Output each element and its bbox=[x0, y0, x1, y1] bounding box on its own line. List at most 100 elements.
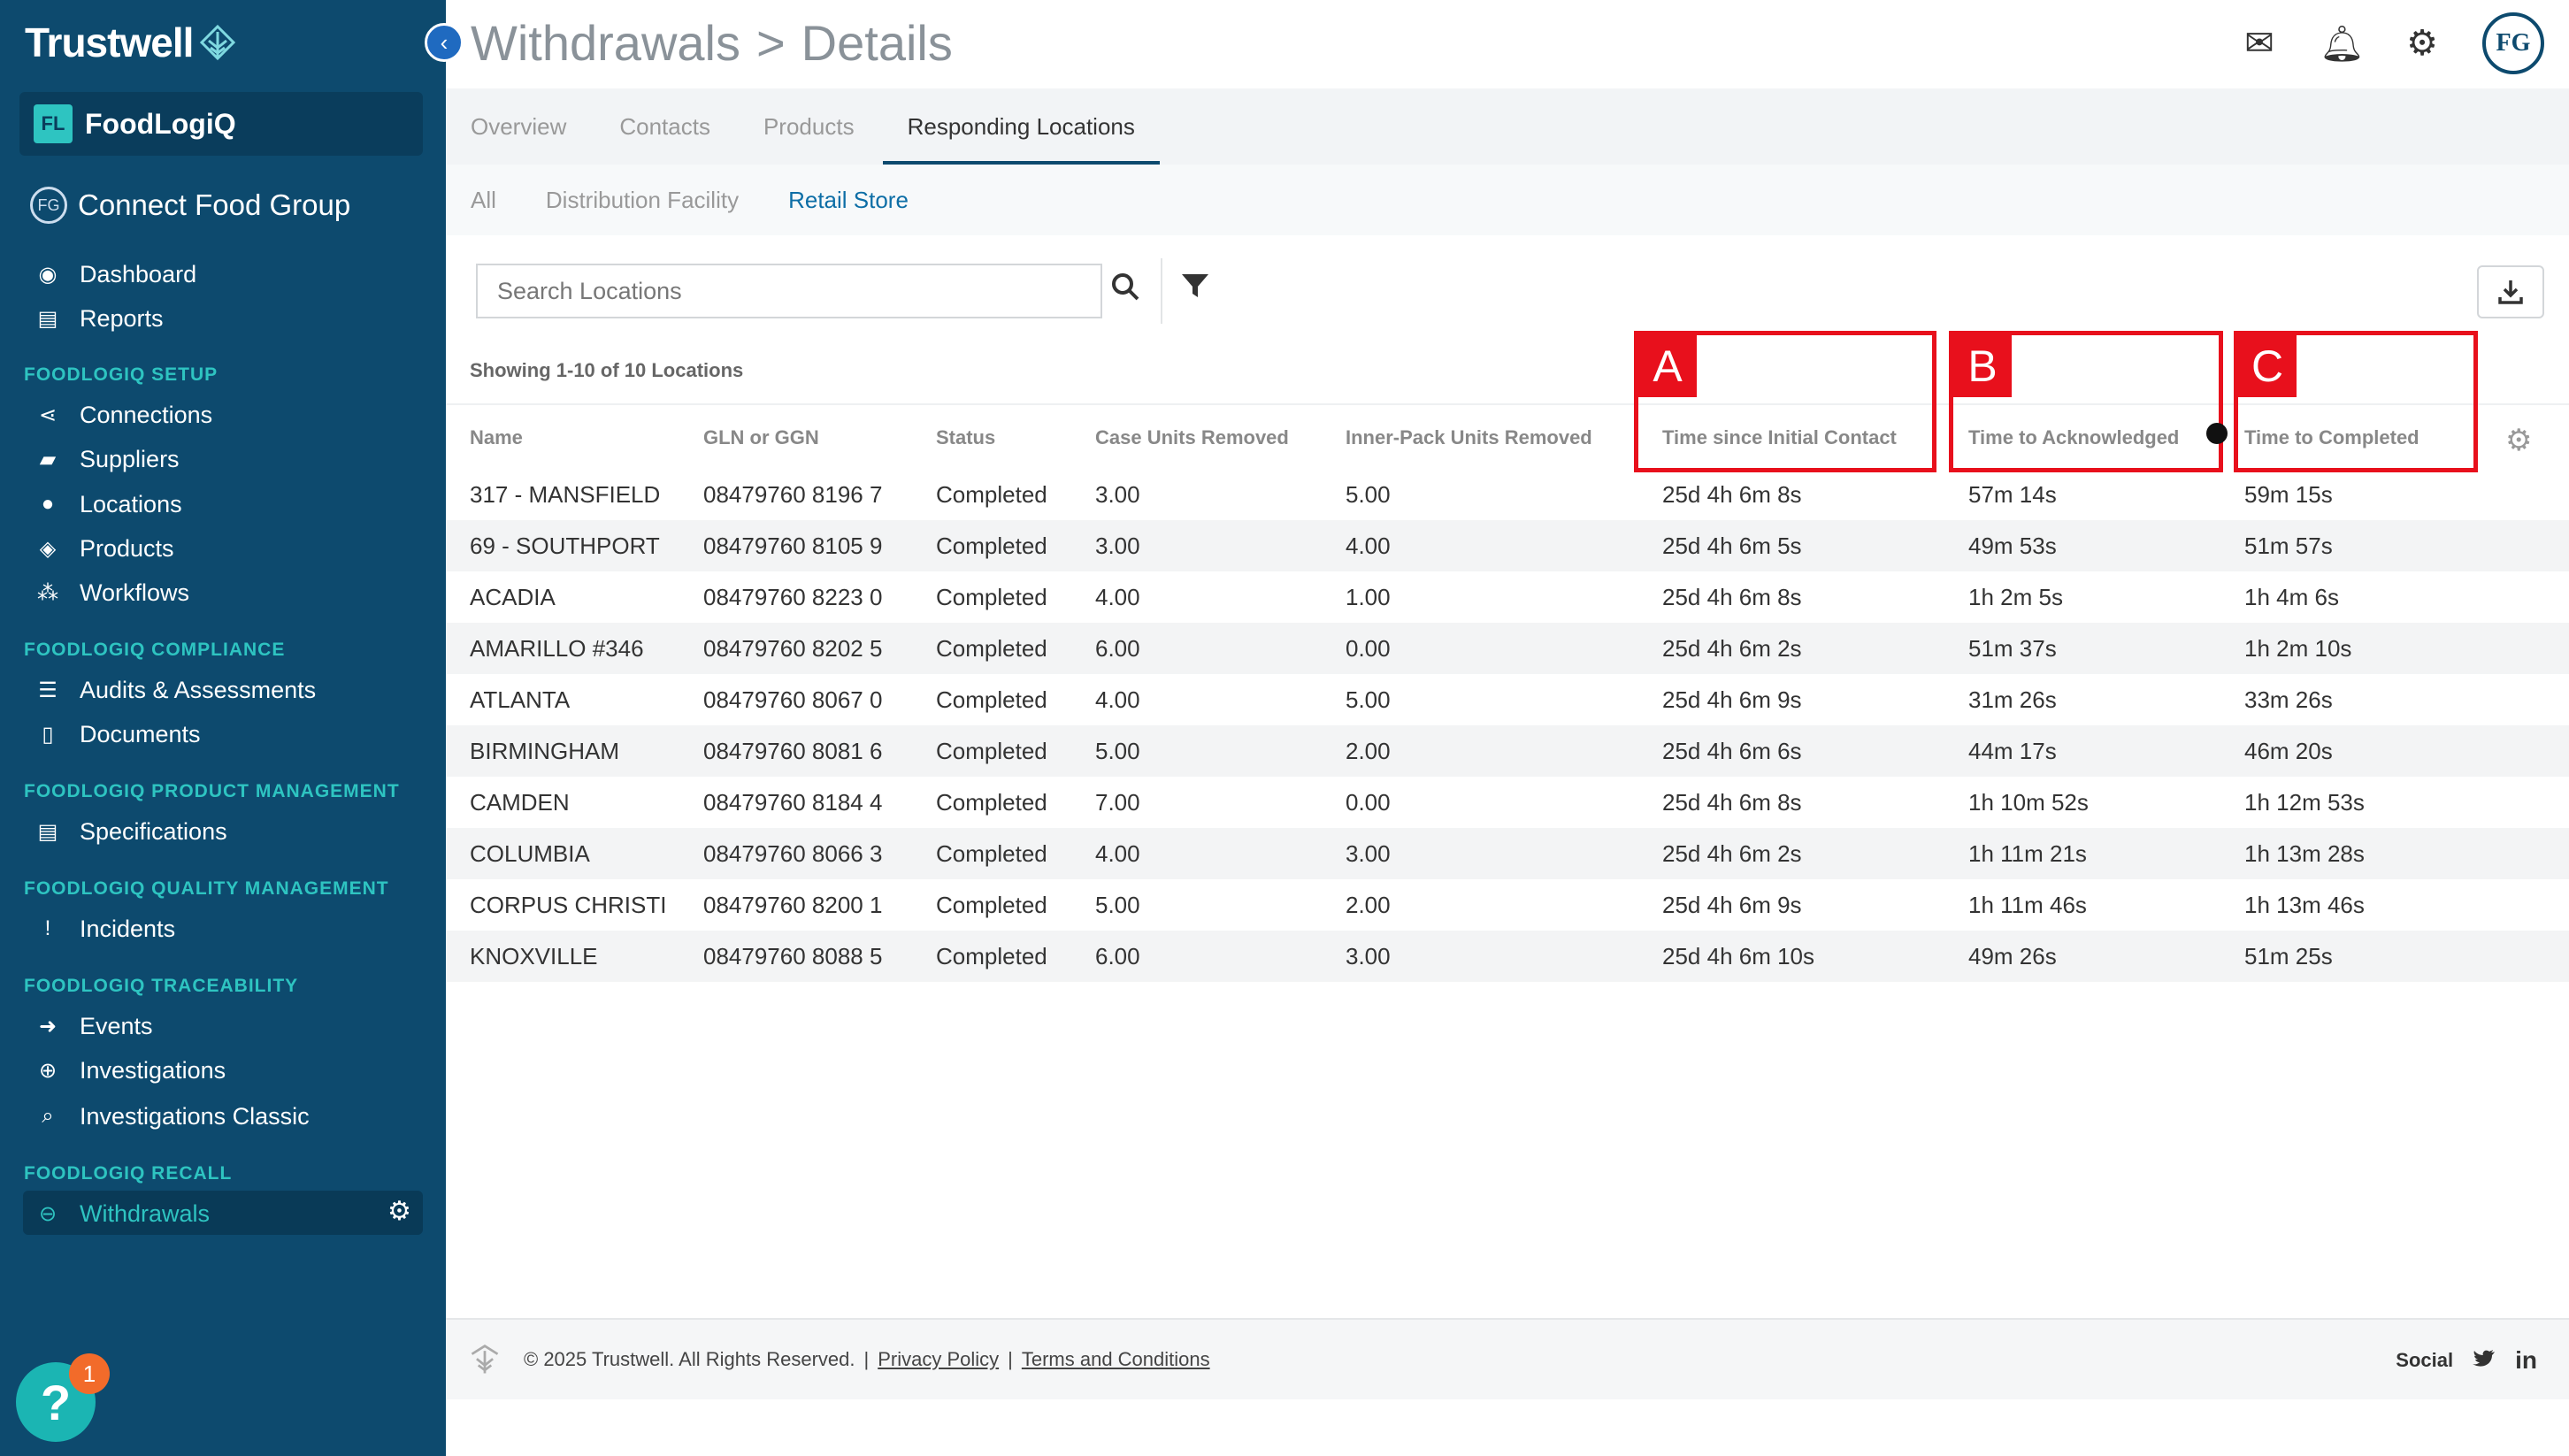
breadcrumb-separator: > bbox=[755, 15, 786, 71]
results-count: Showing 1-10 of 10 Locations bbox=[470, 359, 744, 381]
brand-name: Trustwell bbox=[25, 19, 194, 65]
table-cell: 4.00 bbox=[1095, 840, 1140, 867]
mail-icon[interactable]: ✉ bbox=[2238, 23, 2281, 64]
table-row[interactable]: AMARILLO #346 08479760 8202 5 Completed 6.0… bbox=[446, 623, 2569, 674]
table-cell: 1.00 bbox=[1346, 584, 1391, 610]
sidebar-item-incidents[interactable]: ! Incidents bbox=[35, 909, 175, 948]
col-status[interactable]: Status bbox=[936, 426, 995, 449]
sidebar-collapse-button[interactable]: ‹ bbox=[425, 23, 464, 62]
table-cell: 25d 4h 6m 5s bbox=[1662, 533, 1802, 559]
tab-products[interactable]: Products bbox=[763, 88, 855, 165]
table-row[interactable]: 317 - MANSFIELD 08479760 8196 7 Completed 3… bbox=[446, 469, 2569, 520]
subtab-all[interactable]: All bbox=[471, 187, 496, 214]
table-cell: 3.00 bbox=[1346, 840, 1391, 867]
table-cell: 08479760 8200 1 bbox=[703, 892, 883, 918]
table-cell: Completed bbox=[936, 892, 1047, 918]
twitter-icon[interactable] bbox=[2473, 1346, 2496, 1375]
table-cell: 25d 4h 6m 10s bbox=[1662, 943, 1815, 969]
col-name[interactable]: Name bbox=[470, 426, 523, 449]
column-settings-gear-icon[interactable]: ⚙ bbox=[2505, 423, 2532, 458]
download-button[interactable] bbox=[2477, 265, 2544, 318]
tab-contacts[interactable]: Contacts bbox=[619, 88, 710, 165]
sidebar-item-documents[interactable]: ▯ Documents bbox=[35, 715, 200, 754]
table-row[interactable]: BIRMINGHAM 08479760 8081 6 Completed 5.00 2.… bbox=[446, 725, 2569, 777]
org-switcher[interactable]: FL FoodLogiQ bbox=[19, 92, 423, 156]
dashboard-icon: ◉ bbox=[38, 262, 58, 287]
callout-a-label: A bbox=[1638, 335, 1697, 397]
callout-c: C bbox=[2234, 331, 2478, 472]
connections-icon: ⋖ bbox=[38, 402, 58, 427]
gear-icon[interactable]: ⚙ bbox=[2401, 23, 2443, 64]
sidebar-item-events[interactable]: ➜ Events bbox=[35, 1007, 153, 1046]
header-actions: ✉ 🔔︎ ⚙ FG bbox=[2238, 12, 2544, 74]
table-row[interactable]: ACADIA 08479760 8223 0 Completed 4.00 1.00 25… bbox=[446, 571, 2569, 623]
trustwell-logo[interactable]: Trustwell bbox=[25, 16, 237, 69]
search-input[interactable] bbox=[476, 264, 1102, 318]
col-case-units[interactable]: Case Units Removed bbox=[1095, 426, 1289, 449]
table-cell: 08479760 8184 4 bbox=[703, 789, 883, 816]
location-type-tabs: All Distribution Facility Retail Store bbox=[446, 165, 2569, 235]
table-cell: 25d 4h 6m 2s bbox=[1662, 840, 1802, 867]
table-cell: 25d 4h 6m 8s bbox=[1662, 584, 1802, 610]
column-resize-handle[interactable] bbox=[2206, 423, 2228, 444]
sign-in-icon: ➜ bbox=[38, 1014, 58, 1038]
callout-a: A bbox=[1634, 331, 1936, 472]
table-cell: 4.00 bbox=[1346, 533, 1391, 559]
footer-sep: | bbox=[1008, 1348, 1013, 1370]
linkedin-icon[interactable]: in bbox=[2515, 1346, 2537, 1375]
exclamation-icon: ! bbox=[44, 916, 51, 940]
filter-icon[interactable] bbox=[1180, 271, 1210, 309]
table-cell: 3.00 bbox=[1095, 533, 1140, 559]
table-cell: ACADIA bbox=[470, 584, 556, 610]
col-inner-pack-units[interactable]: Inner-Pack Units Removed bbox=[1346, 426, 1592, 449]
sidebar-item-reports[interactable]: ▤ Reports bbox=[35, 299, 164, 338]
tab-responding-locations[interactable]: Responding Locations bbox=[882, 88, 1161, 165]
table-cell: 08479760 8223 0 bbox=[703, 584, 883, 610]
subtab-retail-store[interactable]: Retail Store bbox=[788, 187, 909, 214]
table-cell: 44m 17s bbox=[1968, 738, 2057, 764]
crosshair-icon: ⊕ bbox=[38, 1058, 58, 1083]
withdrawals-settings-gear-icon[interactable]: ⚙ bbox=[387, 1196, 411, 1227]
sidebar-item-dashboard[interactable]: ◉ Dashboard bbox=[35, 255, 197, 294]
search-icon[interactable] bbox=[1109, 271, 1141, 310]
sidebar-item-investigations-classic[interactable]: ⌕ Investigations Classic bbox=[35, 1097, 309, 1136]
group-switcher[interactable]: FG Connect Food Group bbox=[30, 182, 350, 228]
table-row[interactable]: COLUMBIA 08479760 8066 3 Completed 4.00 3.00… bbox=[446, 828, 2569, 879]
group-logo-icon: FG bbox=[30, 187, 67, 224]
sidebar-item-connections[interactable]: ⋖ Connections bbox=[35, 395, 212, 434]
table-cell: 4.00 bbox=[1095, 686, 1140, 713]
search-icon: ⌕ bbox=[42, 1104, 54, 1128]
breadcrumb-withdrawals[interactable]: Withdrawals bbox=[471, 14, 740, 72]
table-cell: 1h 11m 46s bbox=[1968, 892, 2087, 918]
avatar[interactable]: FG bbox=[2482, 12, 2544, 74]
terms-link[interactable]: Terms and Conditions bbox=[1022, 1348, 1210, 1371]
col-gln[interactable]: GLN or GGN bbox=[703, 426, 819, 449]
table-row[interactable]: CORPUS CHRISTI 08479760 8200 1 Completed 5.… bbox=[446, 879, 2569, 931]
sidebar-item-specifications[interactable]: ▤ Specifications bbox=[35, 812, 227, 851]
table-cell: 0.00 bbox=[1346, 635, 1391, 662]
sidebar-item-locations[interactable]: ● Locations bbox=[35, 485, 182, 524]
sidebar-item-audits[interactable]: ☰ Audits & Assessments bbox=[35, 671, 316, 709]
table-cell: 25d 4h 6m 2s bbox=[1662, 635, 1802, 662]
table-cell: ATLANTA bbox=[470, 686, 571, 713]
table-row[interactable]: CAMDEN 08479760 8184 4 Completed 7.00 0.00 25… bbox=[446, 777, 2569, 828]
subtab-distribution-facility[interactable]: Distribution Facility bbox=[546, 187, 739, 214]
footer-text: © 2025 Trustwell. All Rights Reserved. |… bbox=[524, 1348, 1210, 1371]
table-row[interactable]: KNOXVILLE 08479760 8088 5 Completed 6.00 3.0… bbox=[446, 931, 2569, 982]
privacy-policy-link[interactable]: Privacy Policy bbox=[878, 1348, 999, 1371]
table-cell: 1h 13m 28s bbox=[2244, 840, 2365, 867]
table-row[interactable]: ATLANTA 08479760 8067 0 Completed 4.00 5.00 2… bbox=[446, 674, 2569, 725]
sidebar-item-withdrawals[interactable]: ⊖ Withdrawals bbox=[35, 1194, 210, 1233]
tab-overview[interactable]: Overview bbox=[471, 88, 566, 165]
sidebar-item-workflows[interactable]: ⁂ Workflows bbox=[35, 573, 189, 612]
sidebar-item-investigations[interactable]: ⊕ Investigations bbox=[35, 1051, 226, 1090]
table-cell: 08479760 8066 3 bbox=[703, 840, 883, 867]
section-traceability: FOODLOGIQ TRACEABILITY bbox=[24, 976, 299, 996]
bell-icon[interactable]: 🔔︎ bbox=[2320, 23, 2365, 65]
specification-icon: ▤ bbox=[37, 819, 58, 844]
sidebar-item-products[interactable]: ◈ Products bbox=[35, 529, 174, 568]
table-cell: 2.00 bbox=[1346, 738, 1391, 764]
table-row[interactable]: 69 - SOUTHPORT 08479760 8105 9 Completed 3.… bbox=[446, 520, 2569, 571]
sidebar-item-suppliers[interactable]: ▰ Suppliers bbox=[35, 440, 180, 479]
table-cell: 31m 26s bbox=[1968, 686, 2057, 713]
